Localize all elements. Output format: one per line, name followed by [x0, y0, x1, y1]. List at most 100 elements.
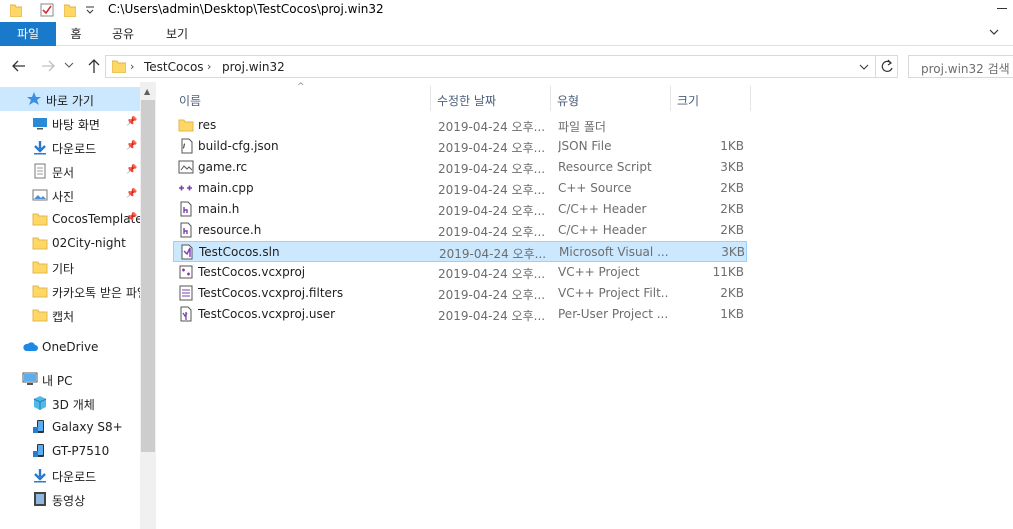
sidebar-item-label: 3D 개체 [52, 398, 95, 412]
sidebar-item[interactable]: CocosTemplate 📌 [0, 207, 140, 231]
column-header-date[interactable]: 수정한 날짜 [431, 86, 551, 111]
filters-file-icon [178, 285, 194, 301]
sidebar-item-label: 기타 [52, 262, 75, 276]
back-arrow-icon[interactable] [10, 56, 30, 76]
sidebar-item-label: OneDrive [42, 340, 99, 354]
sidebar-item-label: Galaxy S8+ [52, 420, 123, 434]
sidebar-item[interactable]: 다운로드 📌 [0, 135, 140, 159]
sidebar-item[interactable]: 카카오톡 받은 파일 [0, 279, 140, 303]
file-size: 1KB [720, 139, 744, 153]
column-header-size[interactable]: 크기 [671, 86, 751, 111]
sidebar-item-label: 다운로드 [52, 470, 97, 484]
address-dropdown-icon[interactable] [855, 56, 873, 77]
file-row[interactable]: game.rc 2019-04-24 오후... Resource Script 3K… [173, 157, 747, 178]
breadcrumb-separator[interactable]: › [207, 60, 211, 73]
window-title-path: C:\Users\admin\Desktop\TestCocos\proj.wi… [108, 2, 384, 16]
sidebar-item-label: 캡처 [52, 310, 75, 324]
file-type: Per-User Project ... [558, 307, 668, 321]
sidebar-item-label: 동영상 [52, 494, 86, 508]
file-row[interactable]: main.h 2019-04-24 오후... C/C++ Header 2KB [173, 199, 747, 220]
column-header-type[interactable]: 유형 [551, 86, 671, 111]
file-row[interactable]: TestCocos.vcxproj 2019-04-24 오후... VC++ Pr… [173, 262, 747, 283]
folder-icon [32, 283, 48, 299]
sidebar-item[interactable]: Galaxy S8+ [0, 415, 140, 439]
file-size: 2KB [720, 223, 744, 237]
sidebar-item[interactable]: 바로 가기 [0, 87, 140, 111]
minimize-button[interactable] [997, 8, 1007, 9]
nav-scrollbar[interactable]: ▲ [140, 82, 156, 529]
file-type: 파일 폴더 [558, 120, 606, 134]
recent-locations-icon[interactable] [64, 60, 84, 80]
file-date: 2019-04-24 오후... [438, 225, 546, 239]
json-file-icon [178, 138, 194, 154]
file-name: game.rc [198, 160, 248, 174]
file-size: 2KB [720, 286, 744, 300]
new-folder-icon[interactable] [64, 3, 76, 17]
pin-icon: 📌 [126, 141, 138, 151]
file-type: Resource Script [558, 160, 652, 174]
file-date: 2019-04-24 오후... [438, 309, 546, 323]
address-bar[interactable]: › TestCocos › proj.win32 [105, 55, 898, 78]
pin-icon: 📌 [126, 165, 138, 175]
sidebar-item[interactable]: 문서 📌 [0, 159, 140, 183]
search-placeholder: proj.win32 검색 [921, 62, 1010, 76]
file-name: main.h [198, 202, 240, 216]
column-header-name[interactable]: 이름 [173, 86, 431, 111]
scrollbar-thumb[interactable] [141, 100, 155, 452]
folder-icon[interactable] [10, 3, 22, 17]
sidebar-item[interactable]: 내 PC [0, 367, 140, 391]
search-input[interactable]: proj.win32 검색 [908, 55, 1013, 78]
sidebar-item[interactable]: 바탕 화면 📌 [0, 111, 140, 135]
file-row[interactable]: TestCocos.vcxproj.user 2019-04-24 오후... Pe… [173, 304, 747, 325]
file-row[interactable]: TestCocos.sln 2019-04-24 오후... Microsoft V… [173, 241, 747, 262]
tab-share[interactable]: 공유 [106, 22, 140, 46]
sidebar-item-label: 카카오톡 받은 파일 [52, 286, 140, 300]
star-icon [26, 91, 42, 107]
sidebar-item[interactable]: 사진 📌 [0, 183, 140, 207]
sidebar-item-label: GT-P7510 [52, 444, 110, 458]
sidebar-item[interactable]: GT-P7510 [0, 439, 140, 463]
tab-home[interactable]: 홈 [62, 22, 90, 46]
breadcrumb-testcocos[interactable]: TestCocos [144, 60, 204, 74]
file-date: 2019-04-24 오후... [438, 267, 546, 281]
sidebar-item[interactable]: 동영상 [0, 487, 140, 511]
breadcrumb-separator[interactable]: › [130, 60, 134, 73]
desktop-icon [32, 115, 48, 131]
vcxproj-file-icon [178, 264, 194, 280]
file-name: build-cfg.json [198, 139, 279, 153]
file-date: 2019-04-24 오후... [438, 204, 546, 218]
computer-icon [22, 371, 38, 387]
file-row[interactable]: res 2019-04-24 오후... 파일 폴더 [173, 115, 747, 136]
sidebar-item[interactable]: OneDrive [0, 335, 140, 359]
file-size: 3KB [720, 160, 744, 174]
sidebar-item[interactable]: 3D 개체 [0, 391, 140, 415]
sidebar-item[interactable]: 캡처 [0, 303, 140, 327]
tab-file[interactable]: 파일 [0, 22, 56, 46]
cube-icon [32, 395, 48, 411]
tab-view[interactable]: 보기 [160, 22, 194, 46]
chevron-down-icon[interactable] [989, 29, 999, 37]
refresh-icon[interactable] [875, 56, 897, 77]
file-size: 2KB [720, 202, 744, 216]
file-row[interactable]: main.cpp 2019-04-24 오후... C++ Source 2KB [173, 178, 747, 199]
file-date: 2019-04-24 오후... [439, 247, 547, 261]
quick-access-dropdown-icon[interactable] [86, 6, 94, 14]
breadcrumb-proj-win32[interactable]: proj.win32 [222, 60, 285, 74]
forward-arrow-icon[interactable] [38, 56, 58, 76]
up-arrow-icon[interactable] [84, 56, 104, 76]
sidebar-item-label: 02City-night [52, 236, 126, 250]
file-name: main.cpp [198, 181, 254, 195]
file-name: resource.h [198, 223, 262, 237]
file-row[interactable]: build-cfg.json 2019-04-24 오후... JSON File 1… [173, 136, 747, 157]
sidebar-item[interactable]: 다운로드 [0, 463, 140, 487]
file-row[interactable]: TestCocos.vcxproj.filters 2019-04-24 오후..… [173, 283, 747, 304]
scroll-up-icon[interactable]: ▲ [144, 87, 150, 96]
cloud-icon [22, 339, 38, 355]
folder-icon [32, 235, 48, 251]
file-row[interactable]: resource.h 2019-04-24 오후... C/C++ Header 2K… [173, 220, 747, 241]
phone-icon [32, 443, 48, 459]
sidebar-item[interactable]: 02City-night [0, 231, 140, 255]
sidebar-item[interactable]: 기타 [0, 255, 140, 279]
properties-check-icon[interactable] [40, 3, 54, 17]
document-icon [32, 163, 48, 179]
